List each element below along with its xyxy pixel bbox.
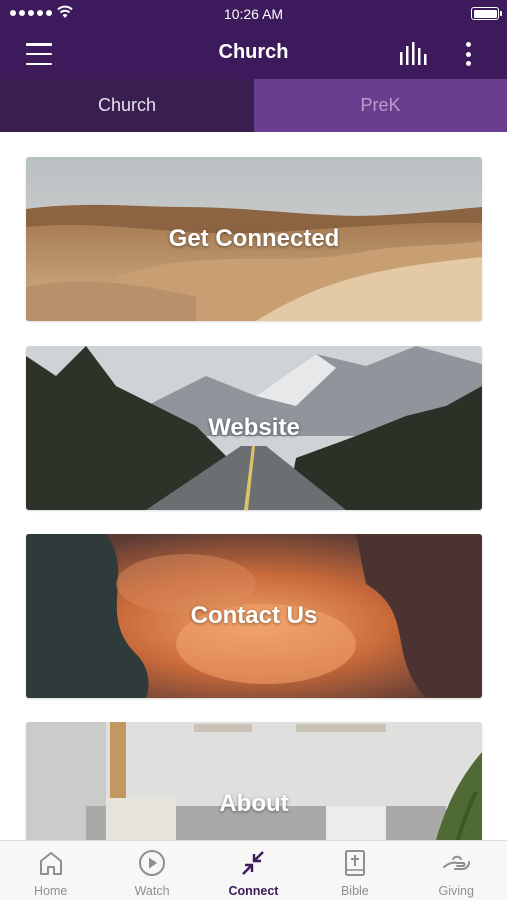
more-vertical-icon[interactable] <box>458 39 478 69</box>
home-icon <box>39 852 62 875</box>
page-title: Church <box>218 41 289 63</box>
tab-label: Church <box>97 95 157 115</box>
segment-tabs: Church PreK <box>0 79 507 132</box>
card-about[interactable]: About <box>26 722 482 840</box>
tabbar-item-home[interactable]: Home <box>0 841 101 900</box>
audio-bars-icon[interactable] <box>398 42 430 66</box>
tab-label: PreK <box>360 95 401 115</box>
status-bar: 10:26 AM <box>0 0 507 28</box>
connect-arrows-icon <box>242 851 265 875</box>
giving-hand-icon <box>443 855 471 870</box>
card-website[interactable]: Website <box>26 346 482 510</box>
tabbar-item-connect[interactable]: Connect <box>203 841 304 900</box>
content-list: Get Connected Website Contact Us About <box>0 132 507 840</box>
play-circle-icon <box>139 850 166 876</box>
bible-icon <box>344 850 365 876</box>
bottom-tab-bar: Home Watch Connect Bible Giving <box>0 840 507 900</box>
card-get-connected[interactable]: Get Connected <box>26 157 482 321</box>
tab-church[interactable]: Church <box>0 79 254 132</box>
tabbar-label: Bible <box>340 884 369 898</box>
tabbar-label: Home <box>34 884 68 898</box>
tabbar-item-giving[interactable]: Giving <box>406 841 507 900</box>
status-time: 10:26 AM <box>223 6 284 22</box>
card-title: About <box>219 790 289 817</box>
tabbar-label: Watch <box>134 884 170 898</box>
card-title: Website <box>208 414 300 441</box>
navigation-bar: Church <box>0 28 507 79</box>
card-contact-us[interactable]: Contact Us <box>26 534 482 698</box>
battery-icon <box>471 7 502 20</box>
tab-prek[interactable]: PreK <box>254 79 507 132</box>
tabbar-label: Connect <box>228 884 279 898</box>
card-title: Get Connected <box>168 225 340 252</box>
tabbar-label: Giving <box>438 884 474 898</box>
card-title: Contact Us <box>190 602 318 629</box>
tabbar-item-bible[interactable]: Bible <box>304 841 405 900</box>
tabbar-item-watch[interactable]: Watch <box>101 841 202 900</box>
